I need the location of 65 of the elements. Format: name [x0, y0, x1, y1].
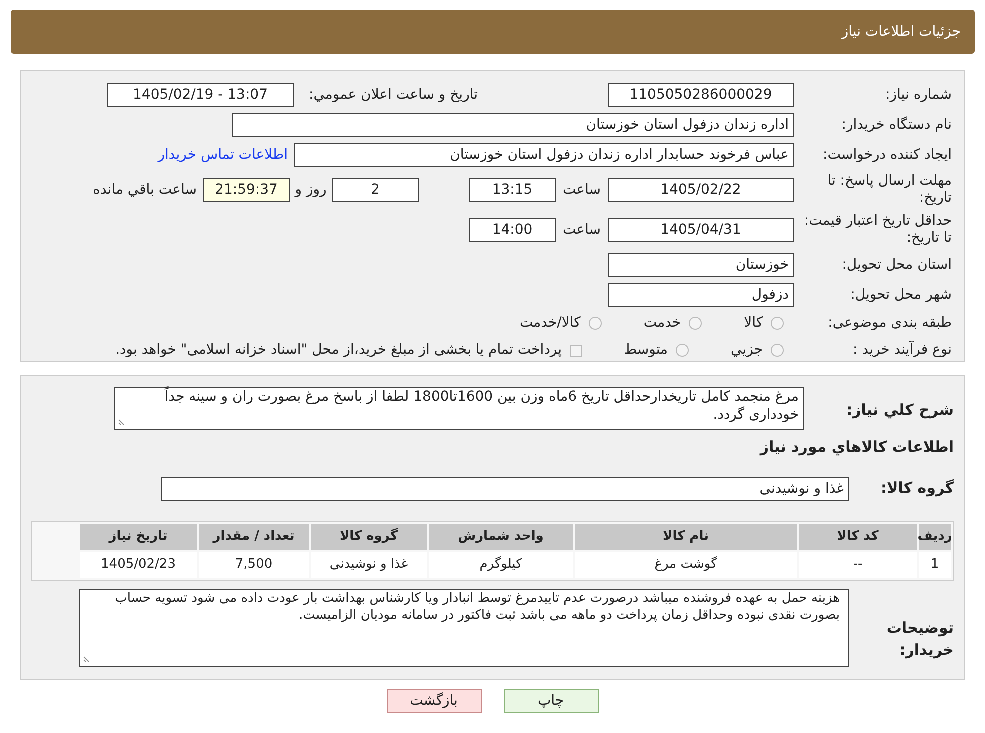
resize-grip-icon	[118, 418, 126, 426]
field-label: توضيحات خريدار:	[886, 618, 954, 661]
field-label: نام دستگاه خريدار:	[840, 116, 952, 134]
field-label: روز و	[294, 180, 328, 200]
radio-button[interactable]	[588, 317, 602, 330]
page-title: جزئیات اطلاعات نیاز	[842, 22, 961, 42]
payment-note: پرداخت تمام يا بخشی از مبلغ خريد،از محل "اسناد خزانه اسلامی" خواهد بود.	[116, 341, 562, 360]
field-label: ساعت باقي مانده	[93, 180, 197, 200]
field-label: تاريخ و ساعت اعلان عمومي:	[308, 86, 478, 104]
radio-button[interactable]	[676, 344, 690, 357]
description-box[interactable]: مرغ منجمد کامل تاریخدارحداقل تاریخ 6ماه وزن بین 1600تا1800 لطفا از باسخ مرغ بصورت ران و سینه جداً خودداری گردد.	[114, 387, 804, 430]
text-field[interactable]: 1105050286000029	[608, 83, 794, 107]
text-field[interactable]: 14:00	[469, 218, 556, 242]
text-field[interactable]: 1405/02/19 - 13:07	[107, 83, 294, 107]
field-label: شماره نیاز:	[884, 86, 952, 104]
table-cell: کیلوگرم	[429, 552, 573, 578]
column-header: کد کالا	[799, 524, 917, 550]
radio-label: کالا	[744, 314, 763, 333]
buyer-contact-link[interactable]: اطلاعات تماس خريدار	[158, 144, 288, 166]
text-field[interactable]: 2	[332, 178, 419, 202]
text-field[interactable]: 1405/02/22	[608, 178, 794, 202]
radio-label: متوسط	[624, 341, 668, 360]
text-field[interactable]: عباس فرخوند حسابدار اداره زندان دزفول استان خوزستان	[294, 143, 794, 167]
column-header: واحد شمارش	[429, 524, 573, 550]
field-label: استان محل تحويل:	[841, 256, 952, 274]
field-label: شرح کلي نياز:	[846, 400, 954, 421]
table-cell: 1	[919, 552, 951, 578]
field-label: مهلت ارسال پاسخ: تا تاریخ:	[826, 173, 952, 207]
column-header: تاریخ نیاز	[80, 524, 197, 550]
radio-label: جزيي	[731, 341, 763, 360]
field-label: طبقه بندی موضوعی:	[827, 314, 952, 333]
table-cell: 7,500	[199, 552, 309, 578]
text-field[interactable]: اداره زندان دزفول استان خوزستان	[232, 113, 794, 137]
table-cell: گوشت مرغ	[575, 552, 797, 578]
text-field[interactable]: 13:15	[469, 178, 556, 202]
table-cell: --	[799, 552, 917, 578]
field-label: ساعت	[562, 180, 602, 200]
table-cell: غذا و نوشیدنی	[311, 552, 427, 578]
column-header: گروه کالا	[311, 524, 427, 550]
checkbox[interactable]	[570, 344, 582, 356]
text-field[interactable]: 1405/04/31	[608, 218, 794, 242]
field-label: گروه کالا:	[880, 478, 954, 500]
field-label: شهر محل تحويل:	[850, 286, 952, 304]
field-label: ساعت	[562, 220, 602, 240]
field-label: حداقل تاريخ اعتبار قيمت: تا تاریخ:	[803, 213, 952, 247]
column-header: تعداد / مقدار	[199, 524, 309, 550]
text-field[interactable]: خوزستان	[608, 253, 794, 277]
back-button[interactable]: بازگشت	[386, 689, 482, 713]
resize-grip-icon	[83, 654, 91, 662]
radio-label: خدمت	[644, 314, 682, 333]
countdown-field[interactable]: 21:59:37	[203, 178, 290, 202]
table-cell: 1405/02/23	[80, 552, 197, 578]
print-button[interactable]: چاپ	[504, 689, 598, 713]
field-label: ايجاد کننده درخواست:	[822, 146, 952, 164]
text-field[interactable]: دزفول	[608, 283, 794, 307]
column-header: رديف	[919, 524, 951, 550]
field-label: نوع فرآيند خريد :	[852, 340, 952, 360]
radio-button[interactable]	[771, 344, 784, 357]
text-field[interactable]: غذا و نوشیدنی	[161, 476, 849, 500]
section-title: اطلاعات کالاهاي مورد نياز	[758, 437, 954, 458]
radio-button[interactable]	[689, 317, 702, 330]
buyer-notes-box[interactable]: هزینه حمل به عهده فروشنده میباشد درصورت عدم تاییدمرغ توسط انبادار ویا کارشناس بهداشت بار عودت داده می شود تسویه حساب بصورت نقدی نبوده وحداقل زمان پرداخت دو ماهه می باشد ثبت فاکتور در سامانه مودیان الزامیست.	[79, 588, 849, 666]
radio-label: کالا/خدمت	[520, 314, 581, 333]
radio-button[interactable]	[771, 317, 784, 330]
column-header: نام کالا	[575, 524, 797, 550]
